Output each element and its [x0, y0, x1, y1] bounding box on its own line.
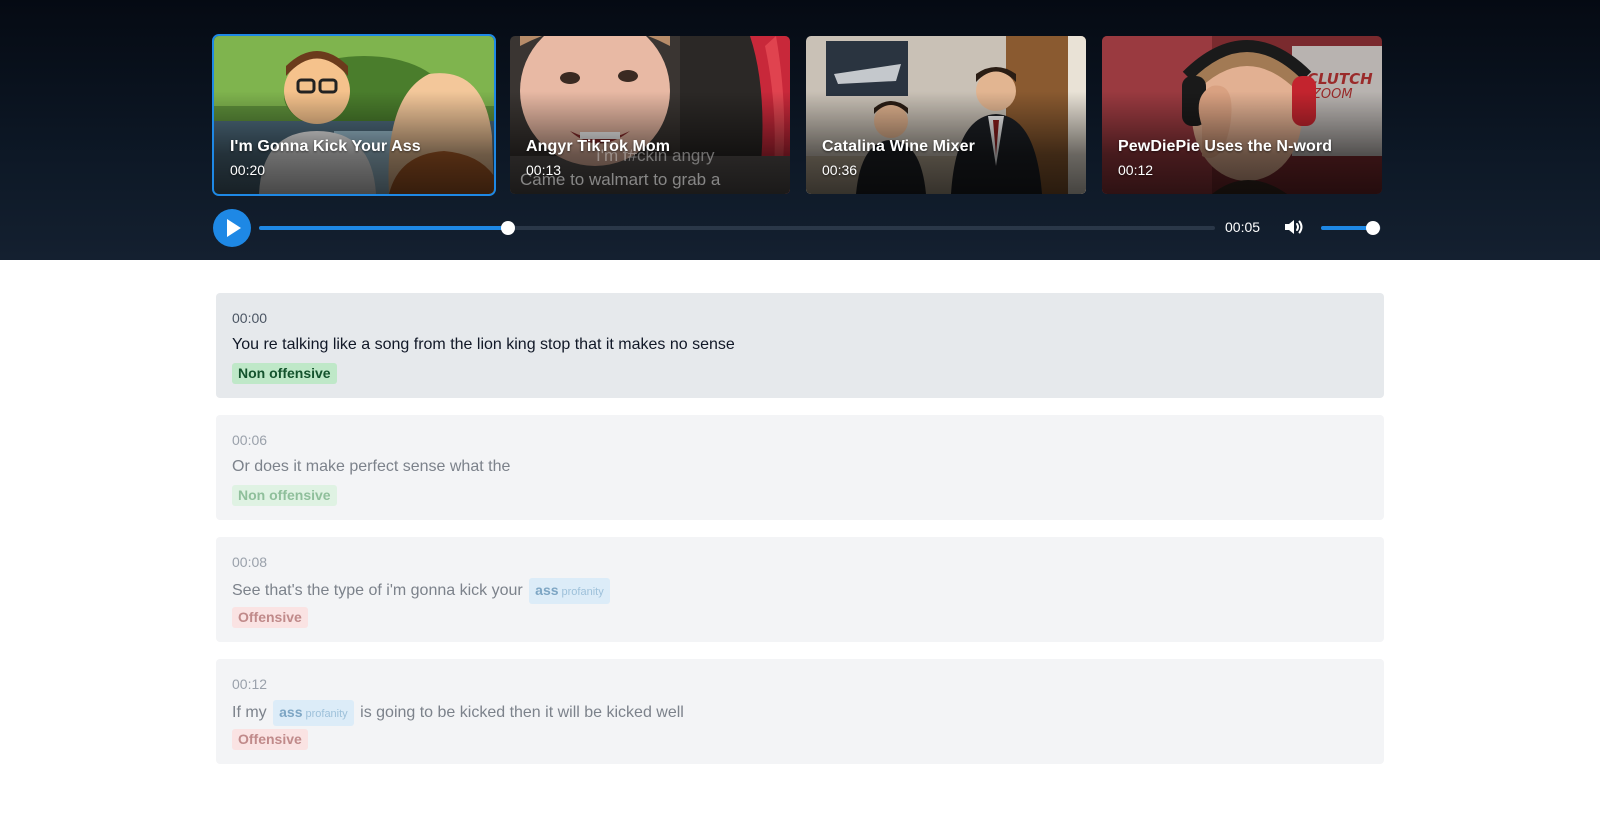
classification-badge: Offensive: [232, 729, 308, 750]
segment-timestamp: 00:12: [232, 676, 268, 692]
segment-text: If my ass profanity is going to be kicked…: [232, 700, 1368, 726]
seek-progress: [259, 226, 508, 230]
video-thumbnail-strip: I'm Gonna Kick Your Ass 00:20 I'm f#ckin…: [212, 34, 1384, 196]
video-thumbnail-kick-your-ass[interactable]: I'm Gonna Kick Your Ass 00:20: [212, 34, 496, 196]
transcript-segment[interactable]: 00:06 Or does it make perfect sense what…: [216, 415, 1384, 520]
volume-slider[interactable]: [1321, 221, 1381, 235]
profanity-tag: profanity: [305, 708, 348, 720]
segment-text-part: If my: [232, 704, 267, 721]
transcript-segment[interactable]: 00:12 If my ass profanity is going to be …: [216, 659, 1384, 764]
classification-badge: Offensive: [232, 607, 308, 628]
volume-handle[interactable]: [1366, 221, 1381, 235]
classification-badge: Non offensive: [232, 485, 337, 506]
profanity-tag: profanity: [561, 586, 604, 598]
segment-timestamp: 00:08: [232, 554, 268, 570]
seek-handle[interactable]: [500, 221, 515, 235]
playback-controls: 00:05: [213, 208, 1385, 247]
transcript-segment[interactable]: 00:08 See that's the type of i'm gonna k…: [216, 537, 1384, 642]
segment-text: You re talking like a song from the lion…: [232, 334, 1368, 356]
video-duration: 00:36: [822, 162, 858, 178]
segment-timestamp: 00:06: [232, 432, 268, 448]
segment-timestamp: 00:00: [232, 310, 268, 326]
video-thumbnail-catalina-wine-mixer[interactable]: Catalina Wine Mixer 00:36: [806, 36, 1086, 194]
video-duration: 00:13: [526, 162, 562, 178]
transcript-segment[interactable]: 00:00 You re talking like a song from th…: [216, 293, 1384, 398]
video-title: I'm Gonna Kick Your Ass: [230, 138, 421, 155]
video-title: Catalina Wine Mixer: [822, 138, 975, 155]
current-time: 00:05: [1225, 219, 1261, 235]
video-duration: 00:12: [1118, 162, 1154, 178]
segment-text: See that's the type of i'm gonna kick yo…: [232, 578, 1368, 604]
video-title: PewDiePie Uses the N-word: [1118, 138, 1333, 155]
video-thumbnail-pewdiepie[interactable]: CLUTCH ZOOM PewDiePie Uses the N-word 00…: [1102, 36, 1382, 194]
segment-text-part: See that's the type of i'm gonna kick yo…: [232, 582, 523, 599]
profanity-highlight: ass profanity: [273, 700, 354, 726]
segment-text-part: is going to be kicked then it will be ki…: [360, 704, 684, 721]
segment-text: Or does it make perfect sense what the: [232, 456, 1368, 478]
segment-text-part: Or does it make perfect sense what the: [232, 458, 511, 475]
profanity-word: ass: [279, 704, 303, 720]
seek-bar[interactable]: [259, 221, 1215, 235]
profanity-highlight: ass profanity: [529, 578, 610, 604]
classification-badge: Non offensive: [232, 363, 337, 384]
transcript-list: 00:00 You re talking like a song from th…: [216, 293, 1384, 781]
play-button[interactable]: [213, 209, 251, 247]
profanity-word: ass: [535, 582, 559, 598]
video-thumbnail-tiktok-mom[interactable]: I'm f#ckin angry Came to walmart to grab…: [510, 36, 790, 194]
segment-text-part: You re talking like a song from the lion…: [232, 336, 735, 353]
speaker-icon[interactable]: [1283, 217, 1305, 237]
play-icon: [227, 219, 241, 237]
video-title: Angyr TikTok Mom: [526, 138, 671, 155]
video-player: I'm Gonna Kick Your Ass 00:20 I'm f#ckin…: [0, 0, 1600, 260]
video-duration: 00:20: [230, 162, 266, 178]
